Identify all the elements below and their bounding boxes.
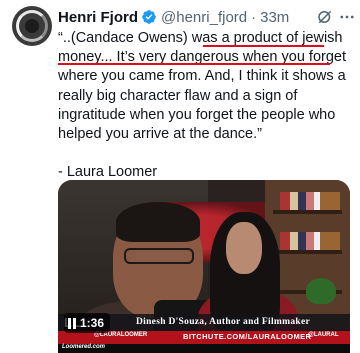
lower-third-name: Dinesh D'Souza, Author and Filmmaker xyxy=(136,317,310,327)
tweet-line: really big character flaw and a sign of xyxy=(58,87,298,104)
grok-icon[interactable] xyxy=(316,8,334,26)
display-name[interactable]: Henri Fjord xyxy=(58,9,138,26)
tweet-header: Henri Fjord @henri_fjord · 33m xyxy=(58,6,354,28)
separator-dot: · xyxy=(251,8,257,26)
lower-third-handle-right: @LAURAL xyxy=(308,332,339,338)
tweet-line: ingratitude when you forget the people w… xyxy=(58,106,336,123)
lower-third-url: BITCHUTE.COM/LAURALOOMER xyxy=(183,332,312,341)
tweet-text: “..(Candace Owens) was a product of jewi… xyxy=(58,29,350,182)
avatar-center xyxy=(25,19,39,33)
video-duration: 1:36 xyxy=(80,316,105,330)
tweet-line: where you came from. And, I think it sho… xyxy=(58,68,346,85)
video-player[interactable]: LL Dinesh D'Souza, Author and Filmmaker … xyxy=(58,180,350,353)
highlight-underline xyxy=(203,45,324,47)
video-plant xyxy=(306,278,336,304)
timestamp[interactable]: 33m xyxy=(260,9,289,26)
author-handle[interactable]: @henri_fjord xyxy=(161,9,247,26)
video-person-hair xyxy=(116,202,200,242)
video-person-head xyxy=(226,222,262,274)
lower-third-brand: Loomered.com xyxy=(62,344,106,350)
tweet-line: helped you arrive at the dance.” xyxy=(58,126,262,143)
video-glasses xyxy=(124,248,194,264)
video-duration-badge[interactable]: 1:36 xyxy=(64,313,111,333)
pause-icon[interactable] xyxy=(68,317,76,329)
avatar[interactable] xyxy=(12,6,52,46)
highlight-underline xyxy=(58,63,330,65)
verified-badge-icon xyxy=(142,10,156,24)
more-horizontal-icon[interactable] xyxy=(338,8,356,26)
